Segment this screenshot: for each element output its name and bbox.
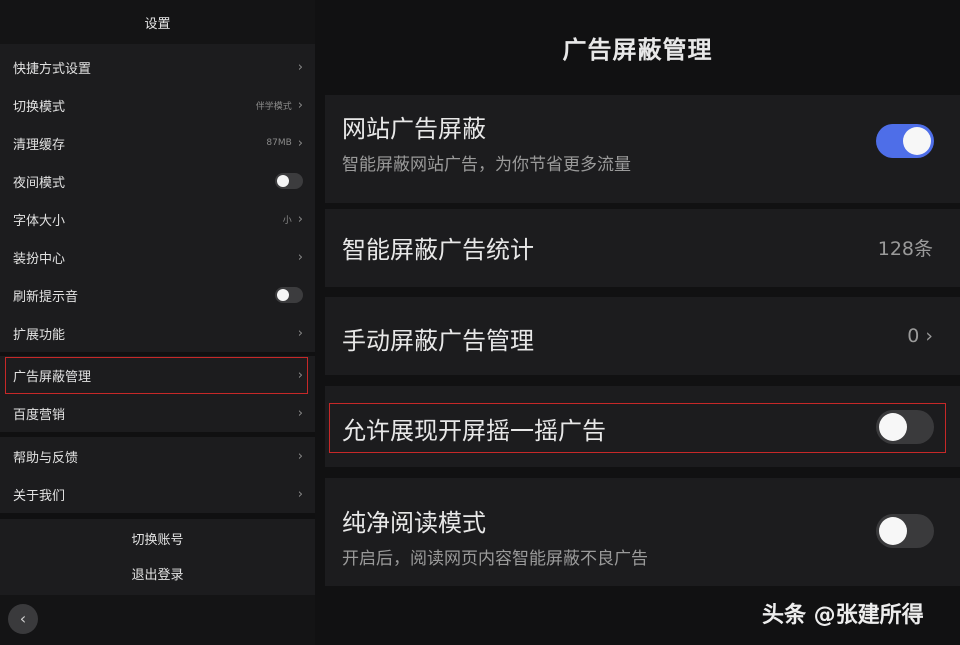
toggle-knob bbox=[277, 289, 289, 301]
sidebar-item-label: 关于我们 bbox=[13, 488, 66, 504]
logout-button[interactable]: 退出登录 bbox=[0, 564, 315, 583]
chevron-right-icon: › bbox=[297, 211, 303, 227]
row-title: 智能屏蔽广告统计 bbox=[342, 236, 534, 264]
sidebar-item-value: 伴学模式 bbox=[255, 101, 292, 112]
ad-block-panel: 广告屏蔽管理 网站广告屏蔽 智能屏蔽网站广告，为你节省更多流量 智能屏蔽广告统计… bbox=[315, 0, 960, 645]
switch-account-button[interactable]: 切换账号 bbox=[0, 529, 315, 548]
settings-sidebar: 设置 快捷方式设置 › 切换模式 伴学模式 › 清理缓存 87MB › 夜间模式… bbox=[0, 0, 315, 645]
sidebar-item-clear-cache[interactable]: 清理缓存 87MB › bbox=[0, 124, 315, 162]
row-title: 手动屏蔽广告管理 bbox=[342, 327, 534, 355]
sidebar-item-label: 夜间模式 bbox=[13, 175, 66, 191]
sidebar-item-label: 清理缓存 bbox=[13, 137, 66, 153]
sidebar-item-switch-mode[interactable]: 切换模式 伴学模式 › bbox=[0, 86, 315, 124]
chevron-left-icon[interactable]: ‹ bbox=[8, 604, 38, 634]
sidebar-item-help-feedback[interactable]: 帮助与反馈 › bbox=[0, 437, 315, 475]
row-pure-reading: 纯净阅读模式 开启后，阅读网页内容智能屏蔽不良广告 bbox=[325, 478, 960, 586]
sidebar-item-label: 百度营销 bbox=[13, 407, 66, 423]
chevron-right-icon: › bbox=[297, 59, 303, 75]
sidebar-item-value: 87MB bbox=[266, 138, 292, 148]
chevron-right-icon: › bbox=[297, 135, 303, 151]
sidebar-item-dress-center[interactable]: 装扮中心 › bbox=[0, 238, 315, 276]
row-title: 网站广告屏蔽 bbox=[342, 115, 486, 143]
manual-ad-count-value: 0 bbox=[907, 325, 920, 347]
watermark-text: 头条 @张建所得 bbox=[762, 603, 924, 628]
sidebar-item-font-size[interactable]: 字体大小 小 › bbox=[0, 200, 315, 238]
sidebar-item-about-us[interactable]: 关于我们 › bbox=[0, 475, 315, 513]
chevron-right-icon: › bbox=[297, 249, 303, 265]
toggle-knob bbox=[277, 175, 289, 187]
chevron-right-icon: › bbox=[297, 448, 303, 464]
night-mode-toggle[interactable] bbox=[275, 173, 303, 189]
sidebar-item-night-mode: 夜间模式 bbox=[0, 162, 315, 200]
row-manual-ad-block[interactable]: 手动屏蔽广告管理 0 › bbox=[325, 297, 960, 375]
sidebar-item-refresh-sound: 刷新提示音 bbox=[0, 276, 315, 314]
sidebar-item-value: 小 bbox=[282, 215, 292, 226]
toggle-knob bbox=[903, 127, 931, 155]
sidebar-item-shortcut-settings[interactable]: 快捷方式设置 › bbox=[0, 48, 315, 86]
row-ad-stats[interactable]: 智能屏蔽广告统计 128条 bbox=[325, 209, 960, 287]
sidebar-item-label: 快捷方式设置 bbox=[13, 61, 92, 77]
row-website-ad-block: 网站广告屏蔽 智能屏蔽网站广告，为你节省更多流量 bbox=[325, 95, 960, 203]
sidebar-item-label: 刷新提示音 bbox=[13, 289, 79, 305]
refresh-sound-toggle[interactable] bbox=[275, 287, 303, 303]
row-subtitle: 开启后，阅读网页内容智能屏蔽不良广告 bbox=[342, 549, 648, 569]
sidebar-item-extensions[interactable]: 扩展功能 › bbox=[0, 314, 315, 352]
ad-count-value: 128条 bbox=[877, 238, 933, 260]
selected-item-highlight bbox=[5, 357, 308, 394]
divider bbox=[0, 513, 315, 519]
toggle-knob bbox=[879, 517, 907, 545]
sidebar-item-baidu-marketing[interactable]: 百度营销 › bbox=[0, 394, 315, 432]
sidebar-item-label: 切换模式 bbox=[13, 99, 66, 115]
sidebar-bottom-bar bbox=[0, 595, 315, 645]
sidebar-title: 设置 bbox=[0, 0, 315, 44]
chevron-right-icon: › bbox=[297, 405, 303, 421]
sidebar-item-label: 装扮中心 bbox=[13, 251, 66, 267]
row-subtitle: 智能屏蔽网站广告，为你节省更多流量 bbox=[342, 155, 631, 175]
pure-reading-toggle[interactable] bbox=[876, 514, 934, 548]
chevron-right-icon: › bbox=[297, 486, 303, 502]
highlighted-row-border bbox=[329, 403, 946, 453]
sidebar-item-label: 字体大小 bbox=[13, 213, 66, 229]
row-title: 纯净阅读模式 bbox=[342, 509, 486, 537]
page-title: 广告屏蔽管理 bbox=[562, 36, 713, 64]
chevron-right-icon: › bbox=[297, 325, 303, 341]
chevron-right-icon: › bbox=[297, 97, 303, 113]
website-ad-block-toggle[interactable] bbox=[876, 124, 934, 158]
chevron-right-icon: › bbox=[925, 325, 933, 347]
sidebar-item-label: 扩展功能 bbox=[13, 327, 66, 343]
manual-ad-count: 0 › bbox=[907, 325, 933, 347]
sidebar-item-label: 帮助与反馈 bbox=[13, 450, 79, 466]
